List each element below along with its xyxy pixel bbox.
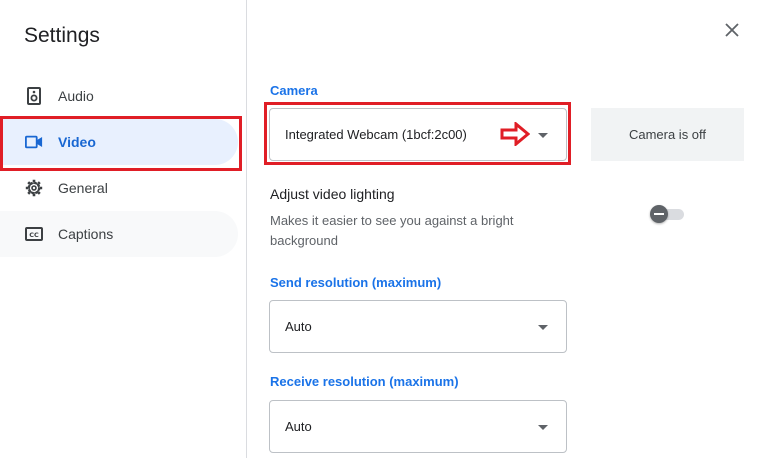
receive-resolution-label: Receive resolution (maximum) [270,374,459,389]
sidebar-item-captions[interactable]: CC Captions [0,211,238,257]
toggle-knob [650,205,668,223]
closed-captions-icon: CC [25,225,43,243]
receive-resolution-select[interactable]: Auto [269,400,567,453]
video-lighting-toggle[interactable] [650,205,686,223]
sidebar-item-label: General [58,180,108,196]
settings-dialog: Settings Audio Video General CC Captions [0,0,768,458]
chevron-down-icon [538,132,548,138]
speaker-icon [25,87,43,105]
camera-label: Camera [270,83,318,98]
settings-sidebar: Settings Audio Video General CC Captions [0,0,247,458]
sidebar-item-label: Audio [58,88,94,104]
sidebar-item-general[interactable]: General [0,165,238,211]
close-icon [725,22,739,42]
sidebar-item-audio[interactable]: Audio [0,73,238,119]
dialog-title: Settings [24,24,100,47]
sidebar-item-video[interactable]: Video [0,119,238,165]
svg-text:CC: CC [29,231,39,239]
chevron-down-icon [538,424,548,430]
annotation-arrow-icon [500,122,530,146]
send-resolution-select[interactable]: Auto [269,300,567,353]
send-resolution-value: Auto [285,319,312,334]
sidebar-item-label: Video [58,134,96,150]
sidebar-item-label: Captions [58,226,114,242]
video-lighting-heading: Adjust video lighting [270,186,395,202]
receive-resolution-value: Auto [285,419,312,434]
close-button[interactable] [720,20,744,44]
gear-icon [25,179,43,197]
camera-select-value: Integrated Webcam (1bcf:2c00) [285,127,467,142]
camera-preview-status: Camera is off [628,127,707,142]
camera-preview: Camera is off [591,108,744,161]
video-camera-icon [25,133,43,151]
chevron-down-icon [538,324,548,330]
video-lighting-description: Makes it easier to see you against a bri… [270,213,514,248]
send-resolution-label: Send resolution (maximum) [270,275,442,290]
